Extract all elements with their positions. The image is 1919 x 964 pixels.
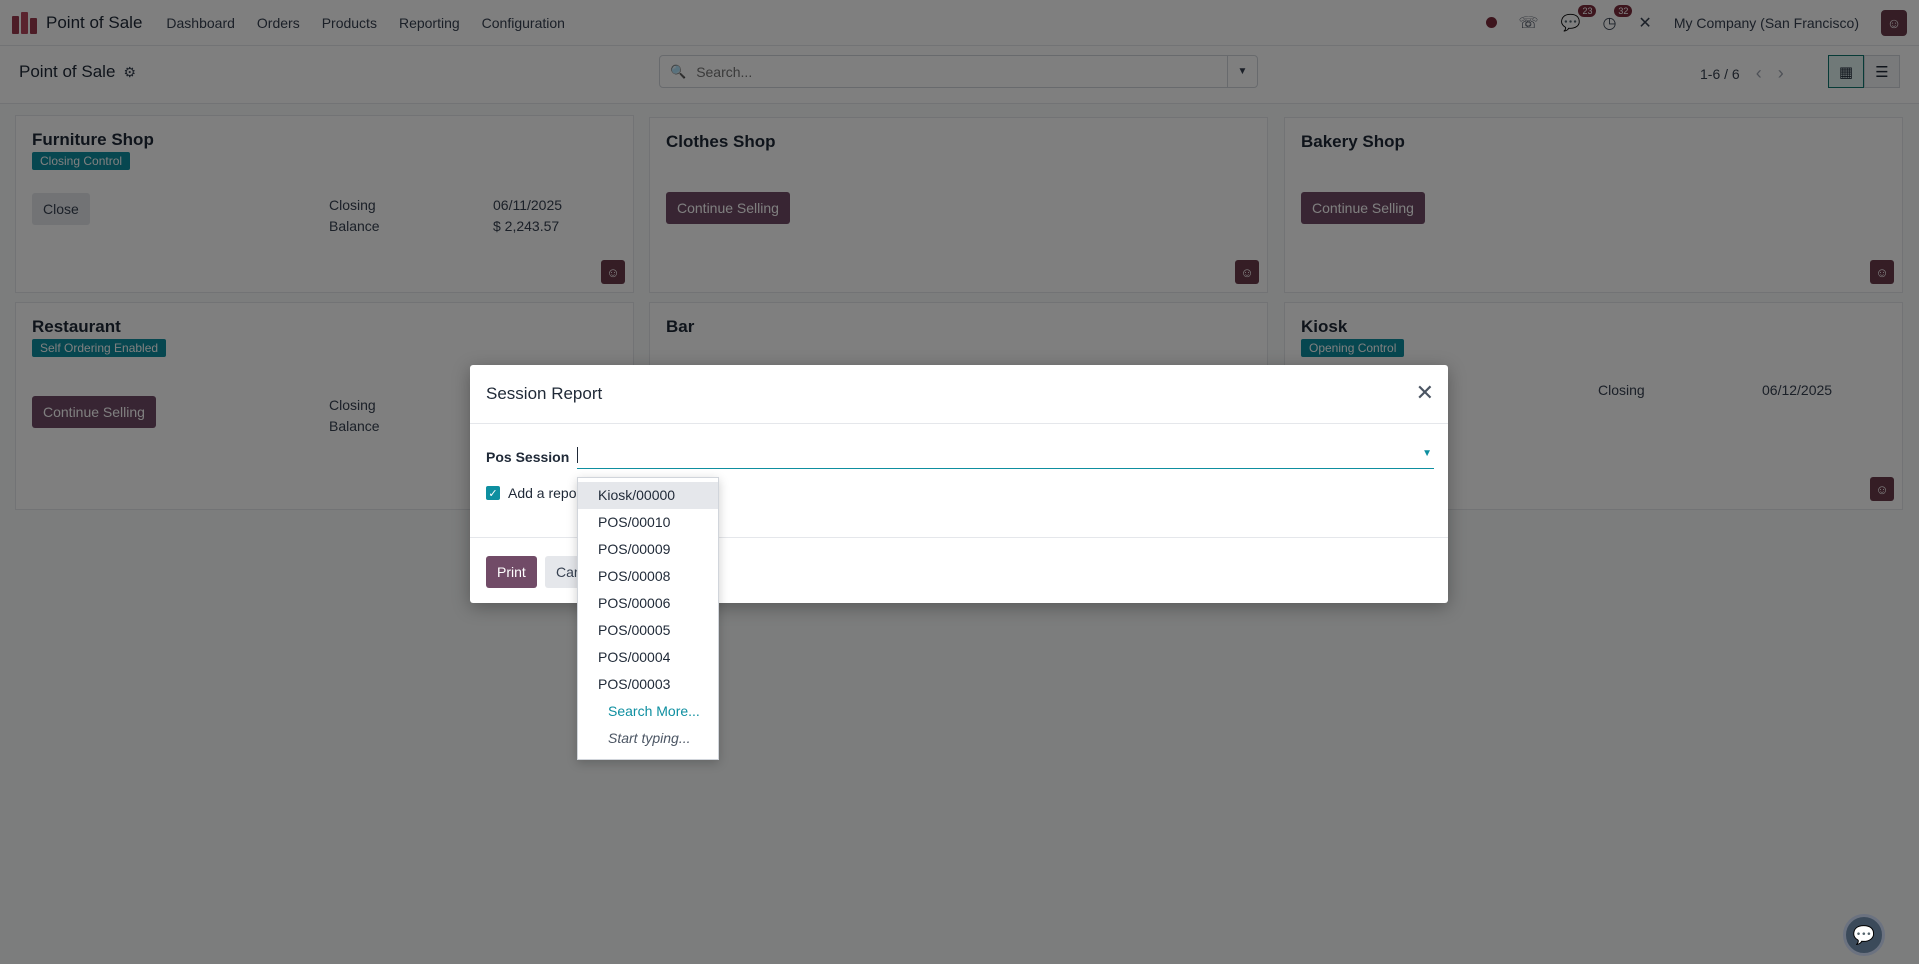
dropdown-option[interactable]: POS/00004 [578, 644, 718, 671]
start-typing-hint: Start typing... [608, 730, 691, 746]
dropdown-option[interactable]: POS/00006 [578, 590, 718, 617]
modal-title: Session Report [486, 384, 603, 403]
dropdown-option[interactable]: POS/00009 [578, 536, 718, 563]
livechat-bubble-icon[interactable]: 💬 [1843, 914, 1885, 956]
dropdown-option[interactable]: POS/00008 [578, 563, 718, 590]
close-icon[interactable]: ✕ [1416, 380, 1434, 406]
search-more-link[interactable]: Search More... [578, 698, 718, 725]
caret-down-icon[interactable]: ▼ [1422, 448, 1432, 459]
dropdown-option[interactable]: POS/00010 [578, 509, 718, 536]
dropdown-option[interactable]: POS/00003 [578, 671, 718, 698]
pos-session-input[interactable]: ▼ [577, 442, 1434, 469]
add-report-label[interactable]: Add a repo [508, 485, 577, 501]
print-button[interactable]: Print [486, 556, 537, 588]
dropdown-option[interactable]: Kiosk/00000 [578, 482, 718, 509]
app-root: Point of Sale Dashboard Orders Products … [0, 0, 1919, 964]
text-cursor [577, 447, 578, 463]
pos-session-dropdown: Kiosk/00000 POS/00010 POS/00009 POS/0000… [577, 477, 719, 760]
add-report-row: ✓ Add a repo [486, 485, 577, 501]
pos-session-label: Pos Session [486, 449, 570, 465]
add-report-checkbox[interactable]: ✓ [486, 486, 500, 500]
dropdown-option[interactable]: POS/00005 [578, 617, 718, 644]
modal-header: Session Report ✕ [470, 365, 1448, 424]
